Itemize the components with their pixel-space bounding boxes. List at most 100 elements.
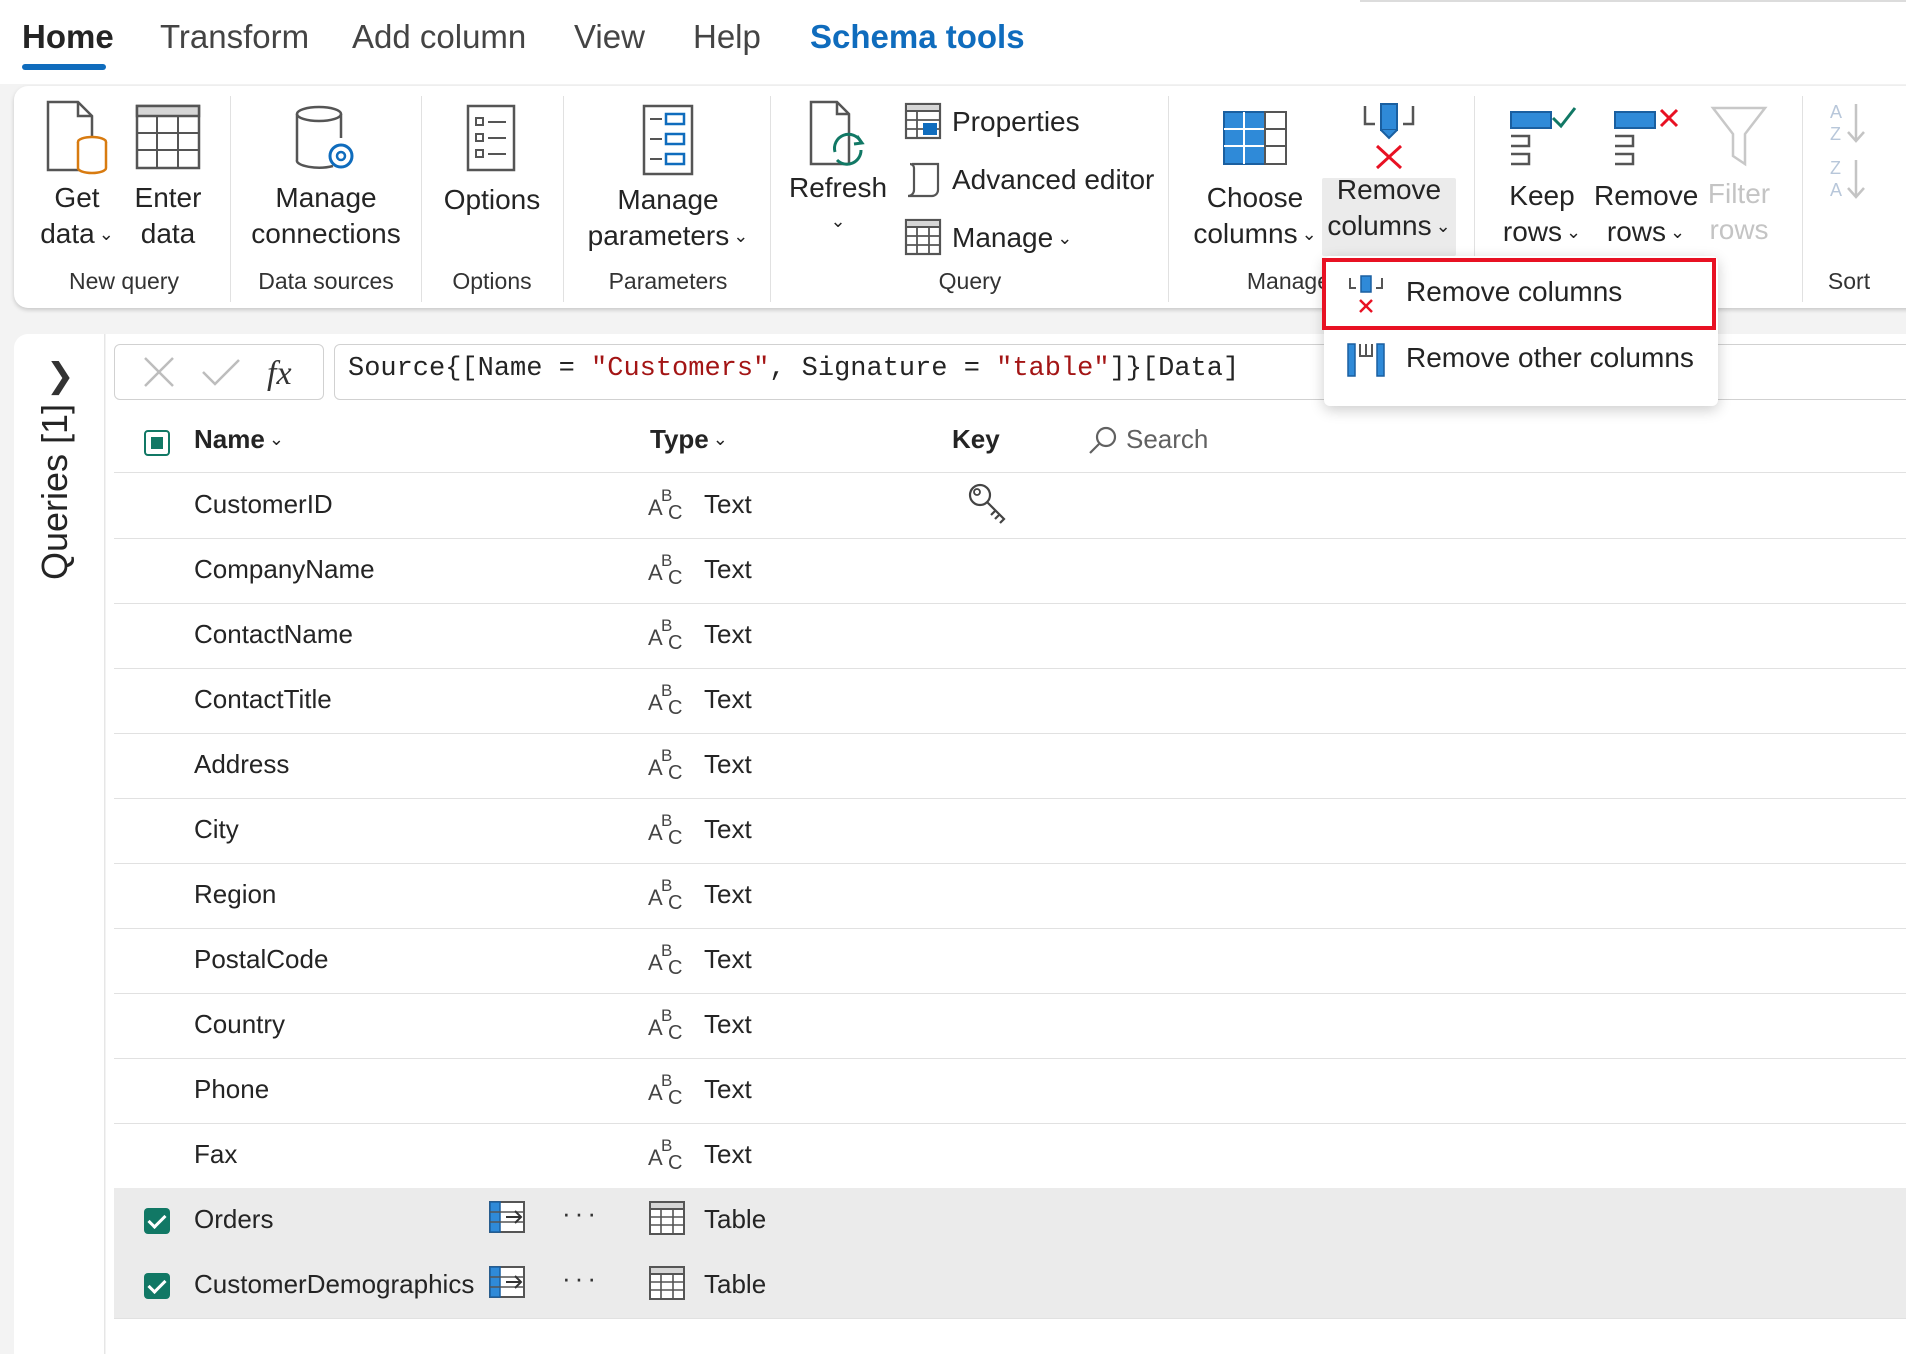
keep-rows-icon [1510, 107, 1577, 166]
column-header-type[interactable]: Type ⌄ [650, 424, 728, 455]
formula-string: "table" [996, 354, 1110, 384]
table-row[interactable]: CompanyName A B C Text [114, 538, 1906, 604]
menu-item-remove-other-columns[interactable]: Remove other columns [1324, 328, 1718, 390]
svg-text:C: C [668, 1022, 682, 1043]
remove-columns-icon [1363, 103, 1415, 170]
tab-add-column[interactable]: Add column [352, 18, 526, 56]
sort-ascending-button[interactable]: A Z [1826, 100, 1870, 151]
column-header-key: Key [952, 424, 1000, 454]
text-type-icon: ABC [648, 1006, 682, 1043]
commit-check-icon[interactable] [199, 352, 243, 392]
select-all-checkbox[interactable] [144, 430, 170, 456]
remove-rows-label: Remove [1594, 180, 1699, 211]
svg-text:A: A [1830, 180, 1842, 200]
tab-help[interactable]: Help [693, 18, 761, 56]
column-type: Table [704, 1204, 767, 1234]
queries-pane-label[interactable]: Queries [1] [34, 380, 76, 580]
formula-part: Source{[Name = [348, 354, 592, 384]
table-row[interactable]: City A B C Text [114, 798, 1906, 864]
svg-text:A: A [1830, 102, 1842, 122]
properties-button[interactable]: Properties [904, 100, 1094, 144]
table-row[interactable]: CustomerDemographics ··· Table [114, 1253, 1906, 1319]
table-row[interactable]: CustomerID A B C Text [114, 473, 1906, 539]
advanced-editor-icon [907, 162, 940, 198]
fx-icon[interactable]: fx [265, 350, 309, 394]
table-row[interactable]: Phone A B C Text [114, 1058, 1906, 1124]
table-row[interactable]: Fax A B C Text [114, 1123, 1906, 1189]
properties-icon [904, 102, 942, 140]
svg-text:Z: Z [1830, 158, 1841, 178]
choose-columns-label: Choose [1206, 182, 1304, 213]
table-type-icon [649, 1266, 685, 1300]
tab-view[interactable]: View [574, 18, 645, 56]
group-label-sort: Sort [1827, 268, 1871, 294]
table-row[interactable]: ContactName A B C Text [114, 603, 1906, 669]
table-row[interactable]: Region A B C Text [114, 863, 1906, 929]
refresh-button[interactable]: Refresh ⌄ [786, 100, 890, 250]
formula-string: "Customers" [591, 354, 770, 384]
get-data-button[interactable]: Get data ⌄ [36, 100, 118, 260]
expand-column-icon[interactable] [488, 1200, 528, 1236]
sort-ascending-icon: A Z [1830, 102, 1865, 144]
text-type-icon: ABC [648, 551, 682, 588]
column-name: ContactName [194, 619, 353, 649]
chevron-down-icon: ⌄ [733, 226, 749, 246]
keep-rows-button[interactable]: Keep rows ⌄ [1490, 100, 1594, 260]
expand-column-icon[interactable] [488, 1265, 528, 1301]
text-type-icon: ABC [648, 1071, 682, 1108]
table-row[interactable]: ContactTitle A B C Text [114, 668, 1906, 734]
advanced-editor-button[interactable]: Advanced editor [904, 158, 1154, 202]
formula-text: Source{[Name = "Customers", Signature = … [348, 354, 1239, 384]
table-row[interactable]: Country A B C Text [114, 993, 1906, 1059]
column-name: Region [194, 879, 277, 909]
column-type: Text [704, 1074, 752, 1104]
text-type-icon: ABC [648, 1136, 682, 1173]
sort-descending-button[interactable]: Z A [1826, 156, 1870, 207]
manage-connections-button[interactable]: Manage connections [248, 100, 404, 260]
column-name: CustomerDemographics [194, 1269, 475, 1299]
manage-label: Manage [952, 222, 1054, 253]
manage-parameters-button[interactable]: Manage parameters ⌄ [582, 100, 754, 260]
more-options-icon[interactable]: ··· [562, 1198, 600, 1229]
refresh-label: Refresh [788, 172, 888, 203]
table-row[interactable]: Address A B C Text [114, 733, 1906, 799]
table-grid-icon [135, 104, 201, 170]
column-name: Country [194, 1009, 286, 1039]
tab-transform[interactable]: Transform [160, 18, 309, 56]
filter-icon [1710, 106, 1768, 167]
remove-rows-button[interactable]: Remove rows ⌄ [1594, 100, 1698, 260]
filter-rows-button[interactable]: Filter rows [1700, 100, 1778, 260]
keep-rows-label-line2: rows [1502, 216, 1563, 247]
column-name: Address [194, 749, 290, 779]
enter-data-button[interactable]: Enter data [130, 100, 206, 260]
column-header-name-label: Name [194, 424, 265, 454]
svg-text:fx: fx [267, 355, 292, 392]
remove-columns-button[interactable]: Remove columns ⌄ [1322, 100, 1456, 260]
table-row[interactable]: Orders ··· Table [114, 1188, 1906, 1254]
chevron-down-icon: ⌄ [1670, 222, 1686, 242]
tab-schema-tools[interactable]: Schema tools [810, 18, 1025, 56]
cancel-icon[interactable] [139, 352, 179, 392]
formula-part: ]}[Data] [1109, 354, 1240, 384]
text-type-icon: ABC [648, 486, 682, 523]
manage-button[interactable]: Manage ⌄ [904, 216, 1084, 260]
options-label: Options [443, 184, 541, 215]
row-checkbox[interactable] [144, 1208, 170, 1234]
tab-home[interactable]: Home [22, 18, 114, 56]
column-header-name[interactable]: Name ⌄ [194, 424, 284, 455]
ribbon-tab-bar: Home Transform Add column View Help Sche… [0, 0, 1906, 84]
search-input[interactable]: Search [1126, 424, 1208, 455]
column-name: Phone [194, 1074, 270, 1104]
row-checkbox[interactable] [144, 1273, 170, 1299]
options-button[interactable]: Options [440, 100, 544, 260]
column-type: Text [704, 684, 752, 714]
chevron-down-icon: ⌄ [830, 211, 846, 231]
choose-columns-button[interactable]: Choose columns ⌄ [1188, 100, 1322, 260]
chevron-down-icon: ⌄ [268, 429, 284, 449]
properties-label: Properties [952, 106, 1080, 137]
keep-rows-label-2: rows ⌄ [1490, 214, 1594, 253]
more-options-icon[interactable]: ··· [562, 1263, 600, 1294]
filter-rows-label: Filter [1707, 178, 1771, 209]
table-row[interactable]: PostalCode A B C Text [114, 928, 1906, 994]
column-name: PostalCode [194, 944, 329, 974]
